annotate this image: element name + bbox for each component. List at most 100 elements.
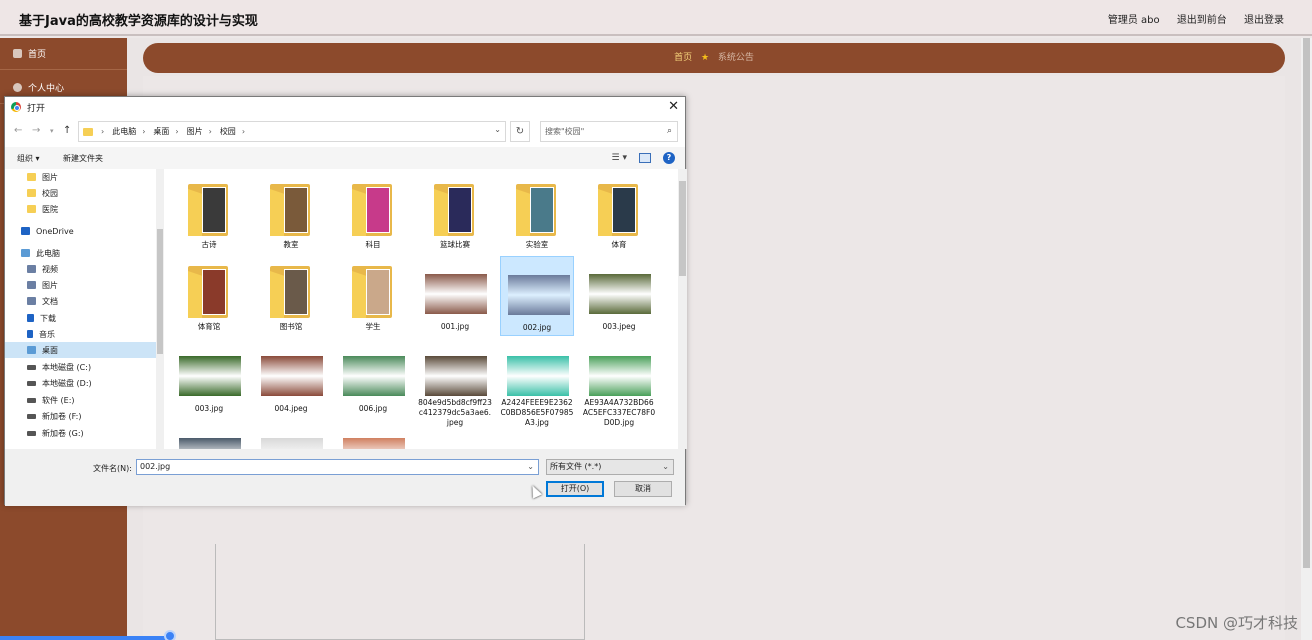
folder-item[interactable]: 教室: [254, 174, 328, 254]
breadcrumb-item[interactable]: 此电脑: [112, 126, 136, 137]
organize-menu[interactable]: 组织 ▾: [17, 153, 40, 164]
preview-pane-icon[interactable]: [639, 153, 651, 163]
nav-item-label: 桌面: [42, 345, 58, 355]
folder-item[interactable]: 篮球比赛: [418, 174, 492, 254]
nav-item[interactable]: 医院: [5, 201, 156, 217]
nav-item-label: OneDrive: [36, 226, 74, 236]
drive-icon: [27, 430, 36, 436]
file-scrollbar-thumb[interactable]: [679, 181, 686, 276]
folder-icon: [270, 184, 314, 236]
file-name-label: 001.jpg: [440, 322, 470, 331]
file-item[interactable]: AE93A4A732BD66AC5EFC337EC78F0D0D.jpg: [582, 338, 656, 427]
file-type-select[interactable]: 所有文件 (*.*) ⌄: [546, 459, 674, 475]
nav-item[interactable]: 下载: [5, 310, 156, 326]
document-icon: [27, 297, 36, 305]
nav-scrollbar[interactable]: [156, 169, 164, 449]
nav-item[interactable]: 本地磁盘 (C:): [5, 359, 156, 375]
forward-arrow-icon[interactable]: →: [32, 125, 40, 136]
file-name-label: 004.jpeg: [274, 404, 308, 413]
file-name-label: AE93A4A732BD66AC5EFC337EC78F0D0D.jpg: [582, 398, 656, 427]
help-icon[interactable]: ?: [663, 152, 675, 164]
folder-item[interactable]: 古诗: [172, 174, 246, 254]
breadcrumb-item[interactable]: 校园: [220, 126, 236, 137]
file-item[interactable]: 003.jpeg: [582, 256, 656, 336]
nav-item[interactable]: 校园: [5, 185, 156, 201]
search-icon: ⌕: [666, 126, 672, 136]
file-item[interactable]: 003.jpg: [172, 338, 246, 418]
file-name-label: 体育: [611, 240, 627, 249]
logout-link[interactable]: 退出登录: [1244, 15, 1284, 26]
nav-item[interactable]: 软件 (E:): [5, 392, 156, 408]
address-bar[interactable]: › 此电脑 › 桌面 › 图片 › 校园 › ⌄: [78, 121, 506, 142]
view-options-icon[interactable]: ☰ ▾: [612, 153, 627, 163]
back-arrow-icon[interactable]: ←: [14, 125, 22, 136]
nav-item[interactable]: 音乐: [5, 326, 156, 342]
breadcrumb-item[interactable]: 图片: [187, 126, 203, 137]
file-item[interactable]: [336, 420, 410, 449]
star-icon: ★: [700, 53, 710, 63]
file-item[interactable]: 004.jpeg: [254, 338, 328, 418]
chevron-down-icon[interactable]: ⌄: [494, 125, 501, 134]
nav-notice-link[interactable]: 系统公告: [718, 53, 754, 63]
page-scrollbar[interactable]: [1301, 38, 1312, 640]
file-item[interactable]: 804e9d5bd8cf9ff23c412379dc5a3ae6.jpeg: [418, 338, 492, 427]
folder-item[interactable]: 科目: [336, 174, 410, 254]
nav-item[interactable]: 文档: [5, 293, 156, 309]
folder-icon: [27, 173, 36, 181]
drive-icon: [27, 364, 36, 370]
nav-item-this-pc[interactable]: 此电脑: [5, 245, 156, 261]
file-scrollbar[interactable]: [678, 169, 687, 449]
back-to-front-link[interactable]: 退出到前台: [1177, 15, 1227, 26]
nav-scrollbar-thumb[interactable]: [157, 229, 163, 354]
folder-item[interactable]: 体育: [582, 174, 656, 254]
folder-item[interactable]: 图书馆: [254, 256, 328, 336]
folder-item[interactable]: 体育馆: [172, 256, 246, 336]
file-name-input[interactable]: 002.jpg ⌄: [136, 459, 539, 475]
file-item[interactable]: [254, 420, 328, 449]
refresh-button[interactable]: ↻: [510, 121, 530, 142]
nav-item-label: 此电脑: [36, 248, 60, 258]
open-button[interactable]: 打开(O): [546, 481, 604, 497]
nav-item[interactable]: 图片: [5, 277, 156, 293]
chevron-down-icon[interactable]: ⌄: [527, 460, 534, 474]
search-input[interactable]: 搜索"校园" ⌕: [540, 121, 678, 142]
nav-item[interactable]: 视频: [5, 261, 156, 277]
file-item[interactable]: [172, 420, 246, 449]
chevron-down-icon[interactable]: ⌄: [662, 460, 669, 474]
close-icon[interactable]: ✕: [668, 99, 679, 114]
dialog-titlebar: 打开 ✕: [5, 97, 685, 117]
folder-icon: [27, 205, 36, 213]
nav-item-onedrive[interactable]: OneDrive: [5, 223, 156, 239]
nav-item[interactable]: 新加卷 (G:): [5, 425, 156, 441]
sidebar-item-label: 首页: [28, 50, 47, 60]
file-item[interactable]: A2424FEEE9E2362C0BD856E5F07985A3.jpg: [500, 338, 574, 427]
breadcrumb-item[interactable]: 桌面: [153, 126, 169, 137]
progress-knob[interactable]: [164, 630, 176, 640]
image-thumbnail: [507, 356, 569, 396]
nav-item[interactable]: 新加卷 (F:): [5, 408, 156, 424]
nav-item[interactable]: 图片: [5, 169, 156, 185]
page-scrollbar-thumb[interactable]: [1303, 38, 1310, 568]
file-item[interactable]: 002.jpg: [500, 256, 574, 336]
sidebar-item-home[interactable]: 首页: [0, 38, 127, 70]
file-name-label: 006.jpg: [358, 404, 388, 413]
file-name-label: 图书馆: [279, 322, 303, 331]
cancel-button[interactable]: 取消: [614, 481, 672, 497]
up-arrow-icon[interactable]: ↑: [63, 125, 71, 136]
nav-item-label: 本地磁盘 (D:): [42, 378, 92, 388]
nav-item[interactable]: 本地磁盘 (D:): [5, 375, 156, 391]
file-item[interactable]: 001.jpg: [418, 256, 492, 336]
new-folder-button[interactable]: 新建文件夹: [63, 153, 103, 164]
file-type-value: 所有文件 (*.*): [550, 462, 602, 471]
file-name-label: 科目: [365, 240, 381, 249]
file-item[interactable]: 006.jpg: [336, 338, 410, 418]
recent-dropdown-icon[interactable]: ▾: [50, 127, 54, 135]
nav-item-desktop[interactable]: 桌面: [5, 342, 156, 358]
folder-item[interactable]: 实验室: [500, 174, 574, 254]
folder-item[interactable]: 学生: [336, 256, 410, 336]
nav-home-link[interactable]: 首页: [674, 53, 692, 63]
top-header: 基于Java的高校教学资源库的设计与实现 管理员 abo 退出到前台 退出登录: [0, 0, 1312, 36]
content-textarea[interactable]: [215, 544, 585, 640]
navigation-pane: 图片 校园 医院 OneDrive 此电脑 视频 图片 文档 下载 音乐 桌面 …: [5, 169, 164, 449]
chevron-right-icon: ›: [142, 127, 146, 136]
